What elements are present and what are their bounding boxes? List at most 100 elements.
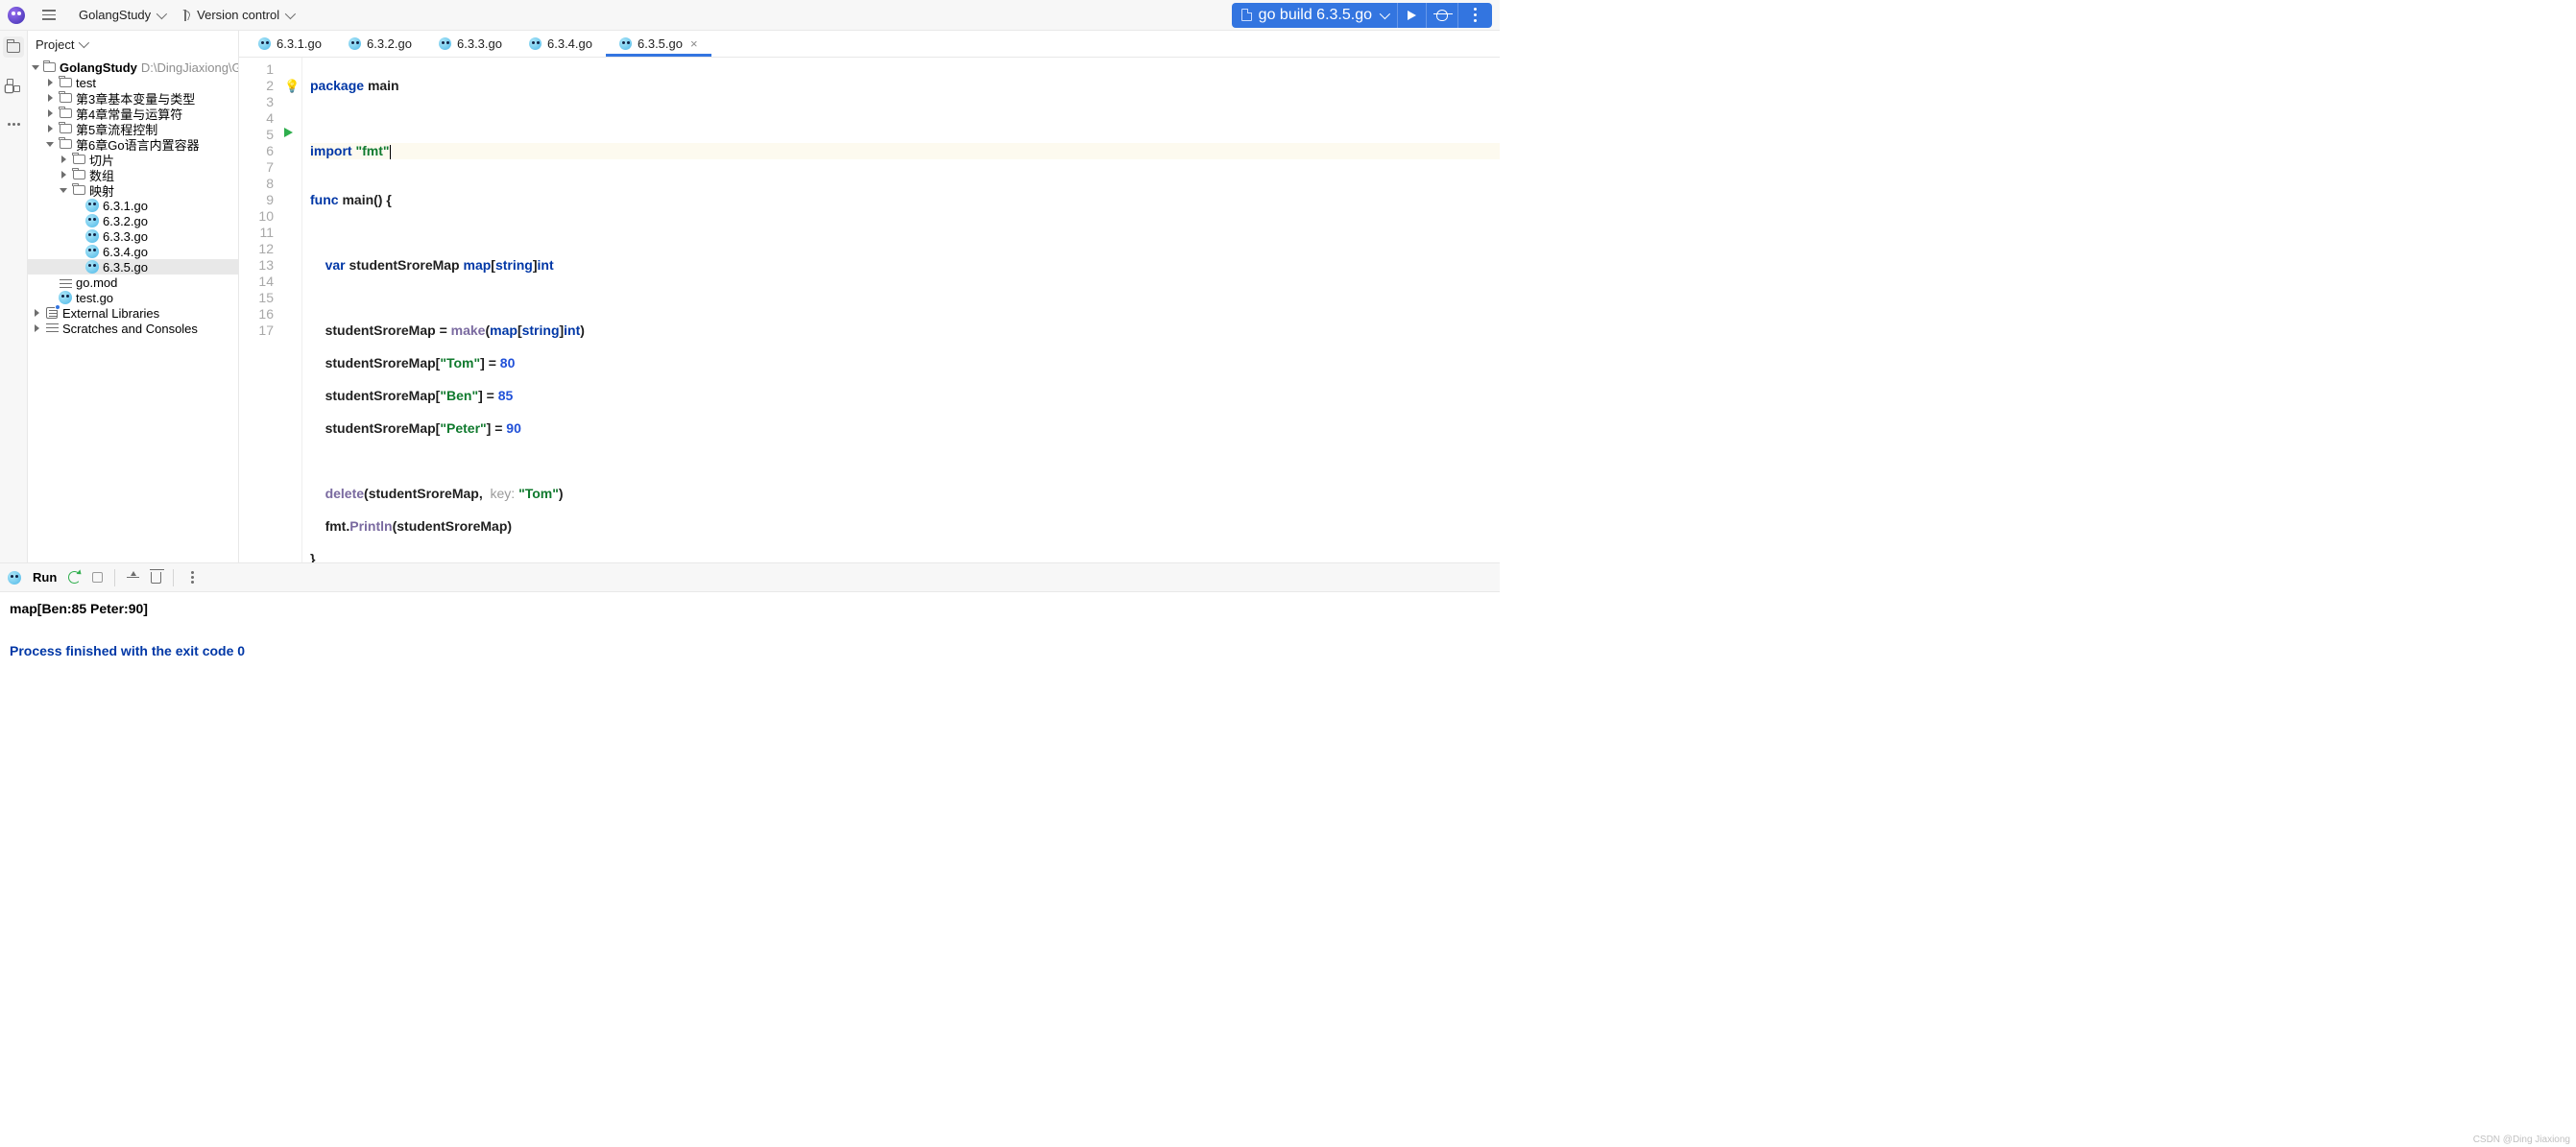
separator [173, 569, 174, 586]
bug-icon [1436, 10, 1448, 21]
vcs-selector[interactable]: Version control [172, 4, 301, 26]
expand-toggle[interactable] [45, 108, 55, 118]
go-file-icon [85, 229, 99, 243]
dots-vertical-icon [1468, 8, 1482, 22]
editor-tab[interactable]: 6.3.2.go [335, 31, 425, 57]
tree-file[interactable]: 6.3.1.go [28, 198, 238, 213]
chevron-down-icon [285, 8, 296, 18]
expand-toggle[interactable] [45, 93, 55, 103]
branch-icon [180, 10, 191, 21]
project-view-title: Project [36, 37, 74, 52]
go-file-icon [85, 199, 99, 212]
run-config-widget: go build 6.3.5.go [1232, 3, 1492, 28]
tree-file[interactable]: 6.3.2.go [28, 213, 238, 228]
tree-file-selected[interactable]: 6.3.5.go [28, 259, 238, 275]
dots-horizontal-icon [8, 123, 20, 126]
tree-file[interactable]: 6.3.4.go [28, 244, 238, 259]
chevron-down-icon [79, 37, 89, 48]
rerun-button[interactable] [68, 571, 81, 584]
editor-tab[interactable]: 6.3.3.go [425, 31, 516, 57]
more-run-actions-button[interactable] [185, 571, 200, 584]
run-tool-window: Run map[Ben:85 Peter:90] Process finishe… [0, 562, 1500, 667]
close-tab-button[interactable]: × [690, 36, 698, 51]
expand-toggle[interactable] [32, 308, 41, 318]
vcs-label: Version control [197, 8, 279, 22]
folder-icon [73, 170, 85, 179]
console-exit-line: Process finished with the exit code 0 [10, 640, 1490, 661]
code-content[interactable]: package main import "fmt" func main() { … [302, 58, 1500, 562]
text-caret [390, 145, 391, 159]
watermark: CSDN @Ding Jiaxiong [2473, 1135, 2570, 1145]
root-path: D:\DingJiaxiong\GolangStudy [141, 60, 238, 75]
run-toolbar: Run [0, 563, 1500, 592]
tree-scratches[interactable]: Scratches and Consoles [28, 321, 238, 336]
go-file-icon [529, 37, 542, 50]
run-button[interactable] [1398, 3, 1427, 28]
go-file-icon [258, 37, 271, 50]
expand-toggle[interactable] [45, 78, 55, 87]
run-config-selector[interactable]: go build 6.3.5.go [1232, 3, 1398, 28]
expand-toggle[interactable] [45, 124, 55, 133]
play-icon [1408, 11, 1416, 20]
tree-root[interactable]: GolangStudy D:\DingJiaxiong\GolangStudy [28, 60, 238, 75]
expand-toggle[interactable] [59, 155, 68, 164]
root-name: GolangStudy [60, 60, 137, 75]
scroll-to-top-button[interactable] [127, 571, 139, 584]
structure-tool-button[interactable] [3, 75, 24, 96]
run-config-label: go build 6.3.5.go [1259, 7, 1372, 24]
tree-external-libraries[interactable]: External Libraries [28, 305, 238, 321]
expand-toggle[interactable] [32, 323, 41, 333]
go-file-icon [439, 37, 451, 50]
folder-icon [60, 108, 72, 118]
go-file-icon [8, 571, 21, 585]
folder-icon [73, 185, 85, 195]
chevron-down-icon [156, 8, 167, 18]
separator [114, 569, 115, 586]
update-badge-icon [55, 304, 60, 310]
folder-icon [60, 93, 72, 103]
go-file-icon [85, 245, 99, 258]
tool-window-strip [0, 31, 28, 562]
tree-folder[interactable]: 数组 [28, 167, 238, 182]
project-view-selector[interactable]: Project [28, 31, 238, 58]
tree-file[interactable]: 6.3.3.go [28, 228, 238, 244]
main-menu-button[interactable] [36, 4, 61, 26]
tree-file[interactable]: test.go [28, 290, 238, 305]
stop-button[interactable] [92, 572, 103, 583]
run-gutter-icon[interactable] [284, 128, 293, 137]
project-sidebar: Project GolangStudy D:\DingJiaxiong\Gola… [28, 31, 239, 562]
expand-toggle[interactable] [45, 139, 55, 149]
go-file-icon [619, 37, 632, 50]
tree-file[interactable]: go.mod [28, 275, 238, 290]
intention-bulb-icon[interactable]: 💡 [284, 78, 300, 94]
editor-tab-active[interactable]: 6.3.5.go× [606, 31, 711, 57]
expand-toggle[interactable] [59, 185, 68, 195]
code-editor[interactable]: 1234567891011121314151617 💡 package main… [239, 58, 1500, 562]
clear-console-button[interactable] [151, 572, 161, 584]
project-name: GolangStudy [79, 8, 151, 22]
run-tab-label[interactable]: Run [33, 570, 57, 585]
more-tool-button[interactable] [3, 113, 24, 134]
editor-tab[interactable]: 6.3.4.go [516, 31, 606, 57]
tree-folder[interactable]: 映射 [28, 182, 238, 198]
folder-icon [43, 62, 56, 72]
editor-tab[interactable]: 6.3.1.go [245, 31, 335, 57]
project-tool-button[interactable] [3, 36, 24, 58]
chevron-down-icon [1380, 8, 1390, 18]
expand-toggle[interactable] [59, 170, 68, 179]
go-file-icon [349, 37, 361, 50]
project-selector[interactable]: GolangStudy [71, 4, 172, 26]
folder-icon [60, 139, 72, 149]
marker-gutter: 💡 [281, 58, 302, 562]
debug-button[interactable] [1427, 3, 1458, 28]
tree-folder[interactable]: 切片 [28, 152, 238, 167]
tree-folder[interactable]: 第6章Go语言内置容器 [28, 136, 238, 152]
go-file-icon [59, 291, 72, 304]
console-output[interactable]: map[Ben:85 Peter:90] Process finished wi… [0, 592, 1500, 667]
console-line: map[Ben:85 Peter:90] [10, 598, 1490, 619]
go-file-icon [85, 214, 99, 227]
project-tree[interactable]: GolangStudy D:\DingJiaxiong\GolangStudy … [28, 58, 238, 562]
expand-toggle[interactable] [32, 62, 39, 72]
more-actions-button[interactable] [1458, 3, 1492, 28]
app-logo-icon [8, 7, 25, 24]
